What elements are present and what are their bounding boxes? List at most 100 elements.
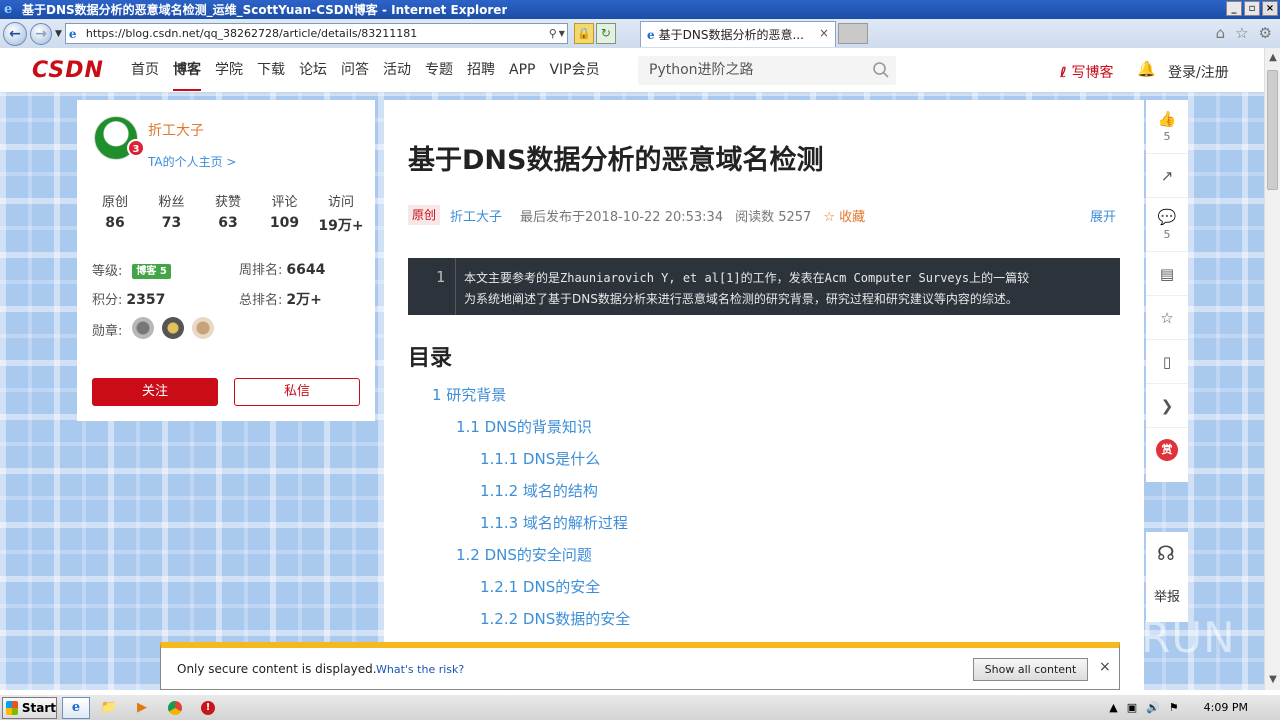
home-icon[interactable]: ⌂ [1216,24,1226,42]
tab-title: 基于DNS数据分析的恶意... [658,28,804,42]
mobile-button[interactable]: ▯ [1146,340,1188,384]
notification-close-icon[interactable]: × [1099,659,1111,675]
expand-link[interactable]: 展开 [1090,206,1116,225]
security-notification-bar: Only secure content is displayed. What's… [160,642,1120,690]
address-tools: ⚲ ▼ [549,24,567,43]
nav-home[interactable]: 首页 [131,48,159,92]
write-blog-link[interactable]: ℓ 写博客 [1060,62,1113,82]
stat-original: 原创 86 [87,191,143,235]
scroll-up-icon[interactable]: ▲ [1265,50,1280,66]
search-icon[interactable] [872,61,890,79]
author-name[interactable]: 折工大子 [148,120,204,140]
site-search-input[interactable]: Python进阶之路 [638,56,896,85]
nav-academy[interactable]: 学院 [215,48,243,92]
nav-vip[interactable]: VIP会员 [549,48,599,92]
favorite-button[interactable]: ☆ [1146,296,1188,340]
page-scrollbar[interactable]: ▲ ▼ [1264,48,1280,690]
favorite-link[interactable]: ☆ 收藏 [823,206,865,225]
taskbar-chrome-icon[interactable] [161,697,189,719]
address-bar[interactable]: e https://blog.csdn.net/qq_38262728/arti… [64,23,568,44]
start-button[interactable]: Start [2,696,57,719]
history-dropdown-icon[interactable]: ▼ [55,29,62,39]
url-text[interactable]: https://blog.csdn.net/qq_38262728/articl… [86,27,417,40]
nav-events[interactable]: 活动 [383,48,411,92]
nav-forum[interactable]: 论坛 [299,48,327,92]
follow-button[interactable]: 关注 [92,378,218,406]
comment-button[interactable]: 💬 5 [1146,198,1188,252]
write-blog-label: 写博客 [1071,65,1114,81]
avatar[interactable]: 3 [94,116,145,160]
notification-message: Only secure content is displayed. [177,662,377,676]
toc-item[interactable]: 1 研究背景 [432,384,506,405]
main-nav: 首页 博客 学院 下载 论坛 问答 活动 专题 招聘 APP VIP会员 [131,48,614,92]
minimize-button[interactable]: _ [1226,1,1242,16]
tab-close-icon[interactable]: × [819,26,829,40]
headset-icon[interactable]: ☊ [1157,541,1175,565]
toc-item[interactable]: 1.1.3 域名的解析过程 [480,512,628,533]
nav-app[interactable]: APP [509,48,535,92]
network-icon[interactable]: ▣ [1127,701,1137,714]
back-button[interactable]: ← [3,21,27,46]
mobile-icon: ▯ [1162,352,1172,371]
tray-expand-icon[interactable]: ▲ [1109,701,1117,714]
notification-bell-icon[interactable]: 🔔 [1137,60,1156,78]
toc-item[interactable]: 1.1.2 域名的结构 [480,480,598,501]
stat-likes: 获赞 63 [200,191,256,235]
toc-heading: 目录 [408,346,453,371]
toc-item[interactable]: 1.2.2 DNS数据的安全 [480,608,630,629]
article-meta: 原创 折工大子 最后发布于2018-10-22 20:53:34 阅读数 525… [408,204,865,226]
level-row: 等级: 博客 5 [92,260,171,279]
settings-gear-icon[interactable]: ⚙ [1259,24,1272,42]
nav-topics[interactable]: 专题 [425,48,453,92]
forward-button[interactable]: → [30,22,52,45]
share-icon: ↗ [1160,166,1174,185]
nav-download[interactable]: 下载 [257,48,285,92]
address-dropdown-icon[interactable]: ▼ [559,29,565,38]
article-author-link[interactable]: 折工大子 [450,206,502,225]
taskbar-explorer-icon[interactable]: 📁 [95,697,123,719]
line-number: 1 [408,258,456,315]
code-block: 1 本文主要参考的是Zhauniarovich Y, et al[1]的工作，发… [408,258,1120,315]
taskbar-ie-icon[interactable]: e [62,696,90,719]
nav-blog[interactable]: 博客 [173,48,201,92]
clock[interactable]: 4:09 PM [1204,701,1248,714]
toc-button[interactable]: ▤ [1146,252,1188,296]
volume-icon[interactable]: 🔊 [1146,701,1160,714]
nav-qa[interactable]: 问答 [341,48,369,92]
star-icon: ☆ [1160,308,1174,327]
toc-item[interactable]: 1.1.1 DNS是什么 [480,448,600,469]
login-register-link[interactable]: 登录/注册 [1168,62,1229,82]
author-home-link[interactable]: TA的个人主页 > [148,153,236,170]
flag-icon[interactable]: ⚑ [1169,701,1179,714]
taskbar-security-icon[interactable]: ! [194,697,222,719]
toc-item[interactable]: 1.2.1 DNS的安全 [480,576,600,597]
next-button[interactable]: ❯ [1146,384,1188,428]
csdn-logo[interactable]: CSDN [32,58,110,83]
search-icon[interactable]: ⚲ [549,27,557,40]
toc-item[interactable]: 1.2 DNS的安全问题 [456,544,592,565]
persistence-medal-icon[interactable] [162,317,184,339]
whats-the-risk-link[interactable]: What's the risk? [376,663,464,676]
show-all-content-button[interactable]: Show all content [973,658,1088,681]
message-button[interactable]: 私信 [234,378,360,406]
github-medal-icon[interactable] [132,317,154,339]
favorites-star-icon[interactable]: ☆ [1235,24,1248,42]
like-button[interactable]: 👍 5 [1146,100,1188,154]
scroll-thumb[interactable] [1267,70,1278,190]
refresh-button[interactable]: ↻ [595,23,616,44]
stat-value: 86 [105,215,125,231]
nav-jobs[interactable]: 招聘 [467,48,495,92]
close-window-button[interactable]: × [1262,1,1278,16]
toc-item[interactable]: 1.1 DNS的背景知识 [456,416,592,437]
browser-tab[interactable]: e 基于DNS数据分析的恶意... × [640,21,836,47]
taskbar-media-player-icon[interactable]: ▶ [128,697,156,719]
restore-button[interactable]: ▫ [1244,1,1260,16]
report-link[interactable]: 举报 [1154,586,1180,605]
security-lock-icon[interactable]: 🔒 [573,23,594,44]
scroll-down-icon[interactable]: ▼ [1265,672,1280,688]
blogger-medal-icon[interactable] [192,317,214,339]
reward-button[interactable]: 赏 [1146,428,1188,472]
new-tab-button[interactable] [838,23,868,44]
share-button[interactable]: ↗ [1146,154,1188,198]
read-count: 阅读数 5257 [735,209,812,225]
